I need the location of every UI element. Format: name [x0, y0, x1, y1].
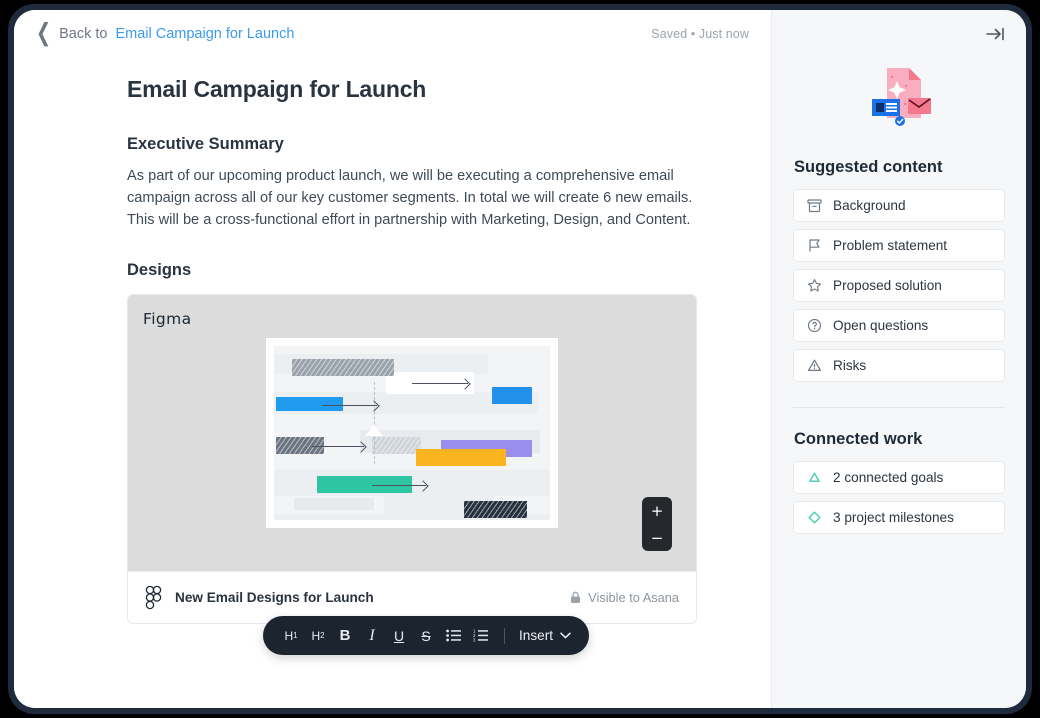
- suggested-item-label: Problem statement: [833, 238, 948, 253]
- app-window-frame: ❮ Back to Email Campaign for Launch Save…: [8, 4, 1032, 714]
- canvas-zoom-controls[interactable]: + −: [642, 497, 672, 551]
- back-label: Back to: [59, 26, 108, 42]
- figma-artboard: [266, 338, 558, 528]
- suggested-content-list: Background Problem statement Proposed so…: [793, 189, 1005, 382]
- underline-button[interactable]: U: [387, 623, 411, 649]
- heading-2-button[interactable]: H2: [306, 623, 330, 649]
- suggested-item-problem-statement[interactable]: Problem statement: [793, 229, 1005, 262]
- figma-artwork: [274, 346, 550, 520]
- zoom-out-button[interactable]: −: [642, 524, 672, 551]
- chevron-left-icon: ❮: [36, 19, 52, 48]
- bulleted-list-button[interactable]: [441, 623, 465, 649]
- suggested-item-label: Risks: [833, 358, 867, 373]
- figma-canvas[interactable]: Figma + −: [128, 295, 696, 571]
- document-body[interactable]: Email Campaign for Launch Executive Summ…: [14, 58, 771, 624]
- artwork-bar-light-hatch: [372, 437, 421, 454]
- panel-divider: [793, 407, 1005, 408]
- collapse-panel-icon[interactable]: [986, 26, 1005, 42]
- italic-button[interactable]: I: [360, 623, 384, 649]
- suggestions-panel: Suggested content Background Problem sta…: [771, 10, 1026, 708]
- figma-file-name: New Email Designs for Launch: [175, 590, 374, 605]
- section-heading-designs: Designs: [127, 261, 192, 279]
- warning-triangle-icon: [807, 358, 822, 373]
- star-icon: [807, 278, 822, 293]
- figma-file-info[interactable]: New Email Designs for Launch: [145, 585, 374, 610]
- zoom-in-button[interactable]: +: [642, 497, 672, 524]
- back-navigation[interactable]: ❮ Back to Email Campaign for Launch: [36, 19, 294, 48]
- artwork-arrow: [312, 446, 364, 447]
- flag-icon: [807, 238, 822, 253]
- artwork-bar-yellow: [416, 449, 506, 466]
- artwork-triangle-marker: [365, 425, 383, 436]
- suggested-item-label: Open questions: [833, 318, 929, 333]
- connected-item-goals[interactable]: 2 connected goals: [793, 461, 1005, 494]
- artwork-arrow: [322, 405, 377, 406]
- figma-brand-label: Figma: [143, 310, 192, 328]
- suggested-content-heading: Suggested content: [794, 158, 943, 176]
- chevron-down-icon: [560, 632, 571, 639]
- connected-work-heading: Connected work: [794, 430, 923, 448]
- format-toolbar[interactable]: H1 H2 B I U S 1 2 3 Insert: [263, 616, 589, 655]
- figma-visibility-label: Visible to Asana: [588, 590, 679, 605]
- figma-visibility: Visible to Asana: [570, 590, 679, 605]
- artwork-dashed-guideline: [374, 382, 375, 464]
- artwork-arrow: [372, 485, 426, 486]
- bold-button[interactable]: B: [333, 623, 357, 649]
- connected-work-list: 2 connected goals 3 project milestones: [793, 461, 1005, 534]
- suggested-item-label: Proposed solution: [833, 278, 942, 293]
- svg-text:3: 3: [473, 638, 476, 642]
- connected-item-label: 3 project milestones: [833, 510, 954, 525]
- milestone-diamond-icon: [807, 510, 822, 525]
- lock-icon: [570, 591, 581, 604]
- side-panel-topbar: [793, 10, 1005, 58]
- top-bar: ❮ Back to Email Campaign for Launch Save…: [14, 10, 771, 58]
- question-circle-icon: [807, 318, 822, 333]
- figma-embed-card[interactable]: Figma + − New Email Designs for Launch V…: [127, 294, 697, 624]
- artwork-bar-blue-right: [492, 387, 532, 404]
- section-paragraph-executive-summary: As part of our upcoming product launch, …: [127, 168, 693, 228]
- insert-label: Insert: [519, 628, 553, 643]
- suggested-item-label: Background: [833, 198, 906, 213]
- suggestion-illustration: [793, 64, 1005, 132]
- document-pane: ❮ Back to Email Campaign for Launch Save…: [14, 10, 771, 708]
- artwork-bar-navy: [464, 501, 527, 518]
- archive-box-icon: [807, 198, 822, 213]
- connected-item-label: 2 connected goals: [833, 470, 944, 485]
- artwork-bar-blue: [276, 397, 343, 411]
- artwork-ghost-row: [274, 470, 550, 496]
- suggested-item-background[interactable]: Background: [793, 189, 1005, 222]
- figma-logo-icon: [145, 585, 162, 610]
- heading-1-button[interactable]: H1: [279, 623, 303, 649]
- app-window: ❮ Back to Email Campaign for Launch Save…: [14, 10, 1026, 708]
- page-title: Email Campaign for Launch: [127, 76, 427, 102]
- strikethrough-button[interactable]: S: [414, 623, 438, 649]
- numbered-list-button[interactable]: 1 2 3: [468, 623, 492, 649]
- save-status: Saved • Just now: [651, 27, 749, 41]
- artwork-arrow: [412, 383, 468, 384]
- suggested-item-risks[interactable]: Risks: [793, 349, 1005, 382]
- suggested-item-proposed-solution[interactable]: Proposed solution: [793, 269, 1005, 302]
- insert-menu-button[interactable]: Insert: [517, 628, 573, 643]
- artwork-ghost-row: [294, 498, 374, 510]
- goal-triangle-icon: [807, 470, 822, 485]
- back-link-project[interactable]: Email Campaign for Launch: [115, 26, 294, 42]
- artwork-bar-grey-hatch: [292, 359, 394, 376]
- connected-item-milestones[interactable]: 3 project milestones: [793, 501, 1005, 534]
- toolbar-divider: [504, 627, 505, 644]
- section-heading-executive-summary: Executive Summary: [127, 135, 284, 153]
- suggested-item-open-questions[interactable]: Open questions: [793, 309, 1005, 342]
